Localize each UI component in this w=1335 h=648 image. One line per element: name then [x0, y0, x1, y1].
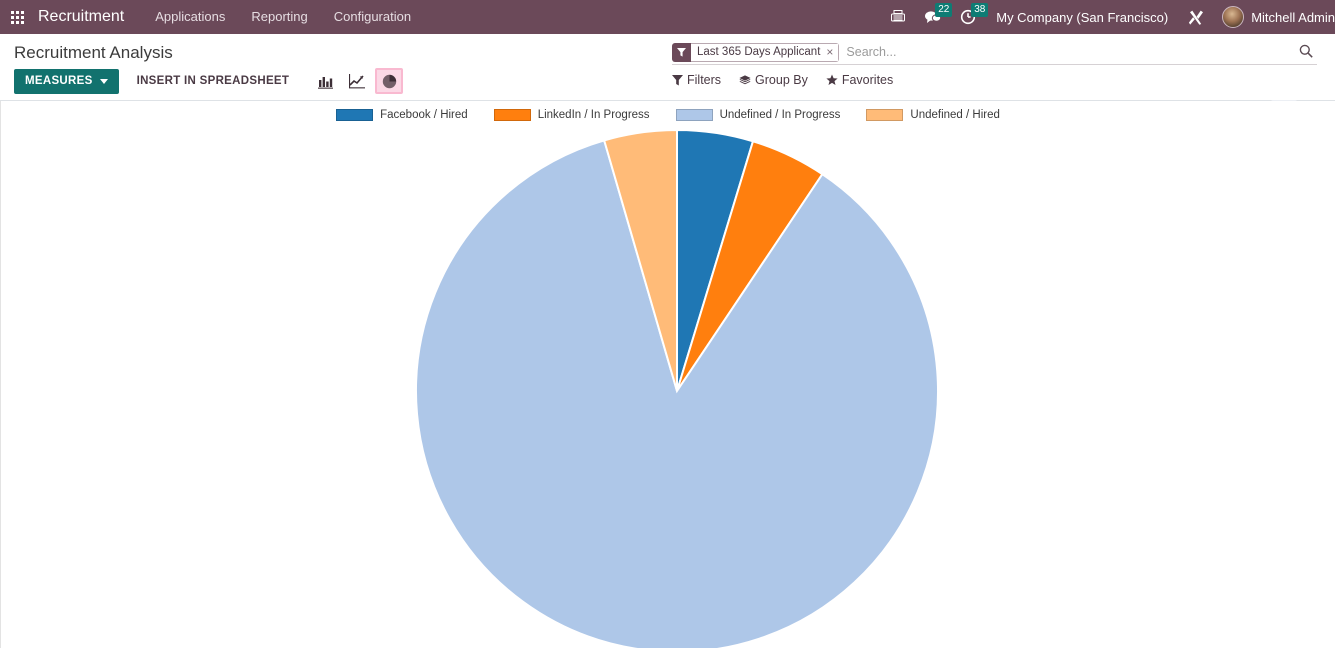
- legend-item-2[interactable]: Undefined / In Progress: [675, 109, 841, 121]
- control-panel: Recruitment Analysis MEASURES INSERT IN …: [0, 34, 1335, 124]
- favorites-button[interactable]: Favorites: [826, 73, 893, 87]
- filter-funnel-icon: [672, 42, 691, 62]
- messages-badge: 22: [935, 3, 953, 17]
- fax-icon[interactable]: [881, 0, 915, 34]
- chart-legend: Facebook / Hired LinkedIn / In Progress …: [1, 101, 1335, 121]
- apps-grid-dots: [10, 10, 24, 24]
- star-icon: [826, 74, 838, 85]
- search-facet-label: Last 365 Days Applicant: [697, 46, 821, 58]
- legend-item-3[interactable]: Undefined / Hired: [866, 109, 1000, 121]
- avatar: [1222, 6, 1245, 28]
- search-row: Last 365 Days Applicant ×: [672, 40, 1317, 65]
- messages-icon[interactable]: 22: [915, 0, 953, 34]
- funnel-icon: [672, 74, 683, 86]
- filters-button[interactable]: Filters: [672, 73, 721, 87]
- top-navbar: Recruitment Applications Reporting Confi…: [0, 0, 1335, 34]
- user-name: Mitchell Admin: [1251, 9, 1335, 25]
- pie-slice-2[interactable]: [415, 139, 939, 648]
- bar-chart-icon-svg: [317, 76, 333, 89]
- legend-label-1: LinkedIn / In Progress: [537, 109, 650, 121]
- legend-label-2: Undefined / In Progress: [719, 109, 841, 121]
- tools-icon[interactable]: [1179, 0, 1214, 34]
- legend-swatch-3: [866, 109, 904, 121]
- favorites-label: Favorites: [841, 73, 894, 87]
- search-facet[interactable]: Last 365 Days Applicant ×: [672, 42, 840, 62]
- measures-button[interactable]: MEASURES: [14, 68, 119, 94]
- chart-type-group: [311, 68, 404, 94]
- search-facet-label-wrap: Last 365 Days Applicant ×: [691, 42, 840, 62]
- group-by-button[interactable]: Group By: [739, 73, 808, 87]
- legend-label-3: Undefined / Hired: [910, 109, 1000, 121]
- search-icon[interactable]: [1299, 44, 1313, 61]
- pie-slice-0[interactable]: [676, 128, 755, 392]
- group-by-label: Group By: [755, 73, 808, 87]
- pie-chart-icon-svg: [382, 74, 396, 88]
- legend-item-1[interactable]: LinkedIn / In Progress: [493, 109, 650, 121]
- menu-applications[interactable]: Applications: [142, 0, 238, 34]
- search-input[interactable]: [839, 45, 1317, 59]
- user-menu[interactable]: Mitchell Admin: [1214, 6, 1335, 28]
- legend-swatch-0: [336, 109, 374, 121]
- pie-slices: [415, 128, 939, 648]
- legend-item-0[interactable]: Facebook / Hired: [336, 109, 468, 121]
- pie-slice-1[interactable]: [676, 140, 824, 392]
- search-area: Last 365 Days Applicant × Filters: [672, 40, 1317, 87]
- navbar-left: Recruitment Applications Reporting Confi…: [0, 0, 424, 34]
- search-icon-svg: [1299, 44, 1313, 58]
- legend-swatch-2: [675, 109, 713, 121]
- filters-label: Filters: [687, 73, 722, 87]
- chart-area: Facebook / Hired LinkedIn / In Progress …: [0, 101, 1335, 648]
- legend-label-0: Facebook / Hired: [380, 109, 468, 121]
- activities-badge: 38: [971, 3, 989, 17]
- search-dropdown-row: Filters Group By Favorites: [672, 65, 1317, 87]
- line-chart-icon-svg: [349, 73, 366, 88]
- app-brand-recruitment[interactable]: Recruitment: [34, 8, 142, 26]
- chevron-down-icon: [99, 78, 108, 84]
- layers-icon: [739, 74, 751, 84]
- pie-chart-svg: [415, 128, 939, 648]
- company-switcher[interactable]: My Company (San Francisco): [985, 10, 1179, 25]
- apps-grid-icon[interactable]: [0, 0, 34, 34]
- navbar-right: 22 38 My Company (San Francisco) Mitchel…: [881, 0, 1335, 34]
- pie-chart: [1, 101, 1335, 648]
- bar-chart-icon[interactable]: [311, 68, 339, 94]
- tools-icon-svg: [1189, 10, 1204, 25]
- pie-chart-icon[interactable]: [375, 68, 404, 94]
- menu-reporting[interactable]: Reporting: [238, 0, 320, 34]
- line-chart-icon[interactable]: [343, 68, 371, 94]
- close-icon[interactable]: ×: [826, 45, 833, 59]
- insert-in-spreadsheet-button[interactable]: INSERT IN SPREADSHEET: [125, 70, 302, 92]
- menu-configuration[interactable]: Configuration: [321, 0, 424, 34]
- measures-label: MEASURES: [25, 75, 93, 87]
- activities-icon[interactable]: 38: [951, 0, 989, 34]
- funnel-icon-svg: [677, 47, 686, 57]
- legend-swatch-1: [493, 109, 531, 121]
- fax-icon-svg: [891, 10, 906, 22]
- pie-slice-3[interactable]: [602, 128, 678, 392]
